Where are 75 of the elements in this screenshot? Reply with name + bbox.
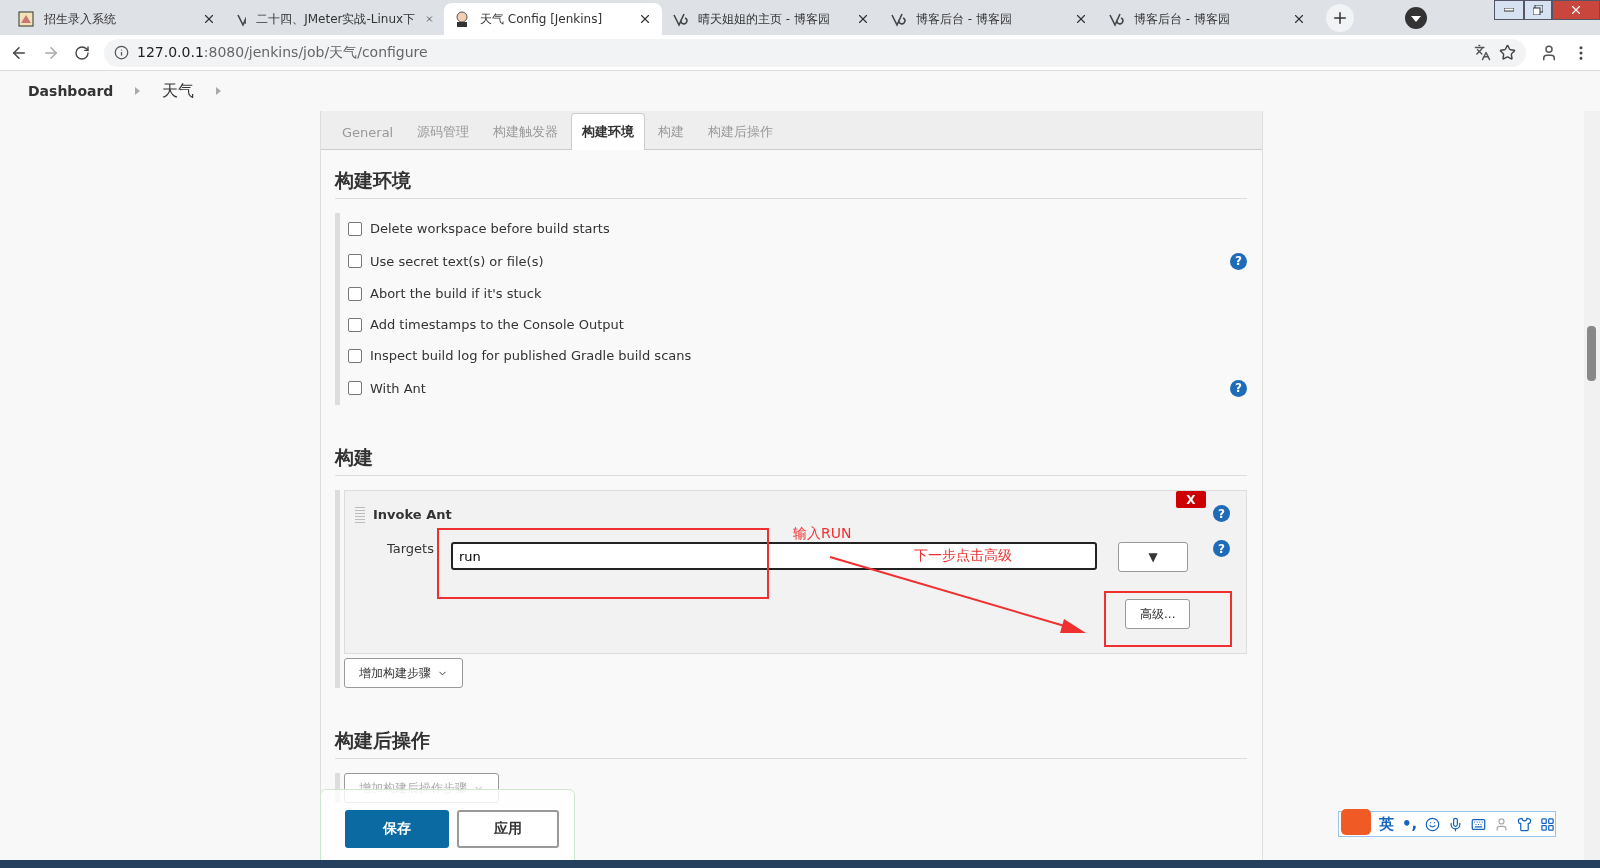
pen-icon: [1108, 11, 1124, 27]
shirt-icon[interactable]: [1517, 816, 1533, 832]
breadcrumb-link[interactable]: Dashboard: [28, 83, 114, 99]
reload-icon[interactable]: [74, 44, 90, 61]
restore-button[interactable]: [1524, 0, 1552, 20]
emoji-icon[interactable]: [1425, 816, 1441, 832]
help-icon[interactable]: ?: [1230, 252, 1247, 270]
info-icon: [114, 45, 129, 60]
section-title: 构建环境: [335, 168, 1247, 199]
profile-menu-icon[interactable]: [1404, 6, 1428, 30]
checkbox[interactable]: [348, 348, 362, 363]
apply-button[interactable]: 应用: [457, 810, 559, 848]
option-label: Add timestamps to the Console Output: [370, 317, 625, 332]
help-icon[interactable]: ?: [1213, 505, 1230, 522]
help-icon[interactable]: ?: [1213, 540, 1230, 557]
bookmark-icon[interactable]: [1499, 44, 1516, 61]
plus-icon: [1331, 9, 1349, 27]
close-icon[interactable]: [856, 12, 870, 26]
ime-mode[interactable]: 英: [1378, 814, 1394, 834]
pen-icon: [890, 11, 906, 27]
option-label: Inspect build log for published Gradle build scans: [370, 348, 693, 363]
section-title: 构建: [335, 445, 1247, 476]
field-label: Targets: [387, 541, 434, 556]
chevron-icon: [135, 87, 141, 95]
close-icon[interactable]: [1292, 12, 1306, 26]
close-icon[interactable]: [202, 12, 216, 26]
grid-icon[interactable]: [1540, 816, 1556, 832]
app-icon: [18, 11, 34, 27]
ime-punctuation[interactable]: •,: [1401, 815, 1418, 833]
close-icon: [1569, 3, 1583, 17]
minimize-button[interactable]: [1494, 0, 1524, 20]
butler-icon: [454, 11, 470, 27]
ime-logo-icon: [1341, 809, 1371, 835]
url-path: :8080/jenkins/job/天气/configure: [203, 43, 428, 60]
option-label: Delete workspace before build starts: [370, 221, 611, 236]
close-button[interactable]: [1552, 0, 1600, 20]
checkbox[interactable]: [348, 254, 362, 268]
section-tab[interactable]: 构建环境: [571, 113, 646, 150]
checkbox[interactable]: [348, 286, 362, 301]
option-label: Use secret text(s) or file(s): [370, 253, 545, 269]
breadcrumb-link[interactable]: 天气: [162, 80, 195, 102]
minimize-icon: [1504, 8, 1514, 12]
checkbox[interactable]: [348, 317, 362, 332]
url-host: 127.0.0.1: [137, 43, 204, 60]
checkbox[interactable]: [348, 221, 362, 236]
help-icon[interactable]: ?: [1230, 379, 1247, 397]
restore-icon: [1533, 5, 1543, 15]
profile-icon[interactable]: [1540, 43, 1558, 62]
step-title: Invoke Ant: [373, 507, 452, 522]
option-label: Abort the build if it's stuck: [370, 286, 543, 301]
annotation-note: 输入RUN: [793, 525, 852, 543]
browser-tab[interactable]: 博客后台 - 博客园: [880, 3, 1098, 35]
checkbox[interactable]: [348, 381, 362, 395]
add-step-button[interactable]: 增加构建步骤: [344, 658, 463, 688]
browser-tab[interactable]: 博客后台 - 博客园: [1098, 3, 1316, 35]
browser-tab[interactable]: 天气 Config [Jenkins]: [444, 3, 662, 35]
chevron-icon: [216, 87, 222, 95]
expand-button[interactable]: ▼: [1118, 542, 1188, 572]
new-tab-button[interactable]: [1326, 4, 1354, 32]
browser-tab[interactable]: 二十四、JMeter实战-Linux下: [226, 3, 444, 35]
annotation-note: 下一步点击高级: [914, 547, 1012, 565]
keyboard-icon[interactable]: [1471, 816, 1487, 832]
translate-icon[interactable]: [1474, 44, 1491, 61]
browser-tab[interactable]: 招生录入系统: [8, 3, 226, 35]
save-button[interactable]: 保存: [345, 810, 449, 848]
section-title: 构建后操作: [335, 728, 1247, 759]
pen-icon: [672, 11, 688, 27]
option-label: With Ant: [370, 380, 427, 396]
advanced-button[interactable]: 高级...: [1125, 599, 1191, 629]
close-icon[interactable]: [1074, 12, 1088, 26]
microphone-icon[interactable]: [1448, 816, 1464, 832]
address-bar[interactable]: 127.0.0.1:8080/jenkins/job/天气/configure: [104, 38, 1526, 67]
browser-tab[interactable]: 晴天姐姐的主页 - 博客园: [662, 3, 880, 35]
close-icon[interactable]: [638, 12, 652, 26]
delete-button[interactable]: X: [1176, 491, 1206, 508]
